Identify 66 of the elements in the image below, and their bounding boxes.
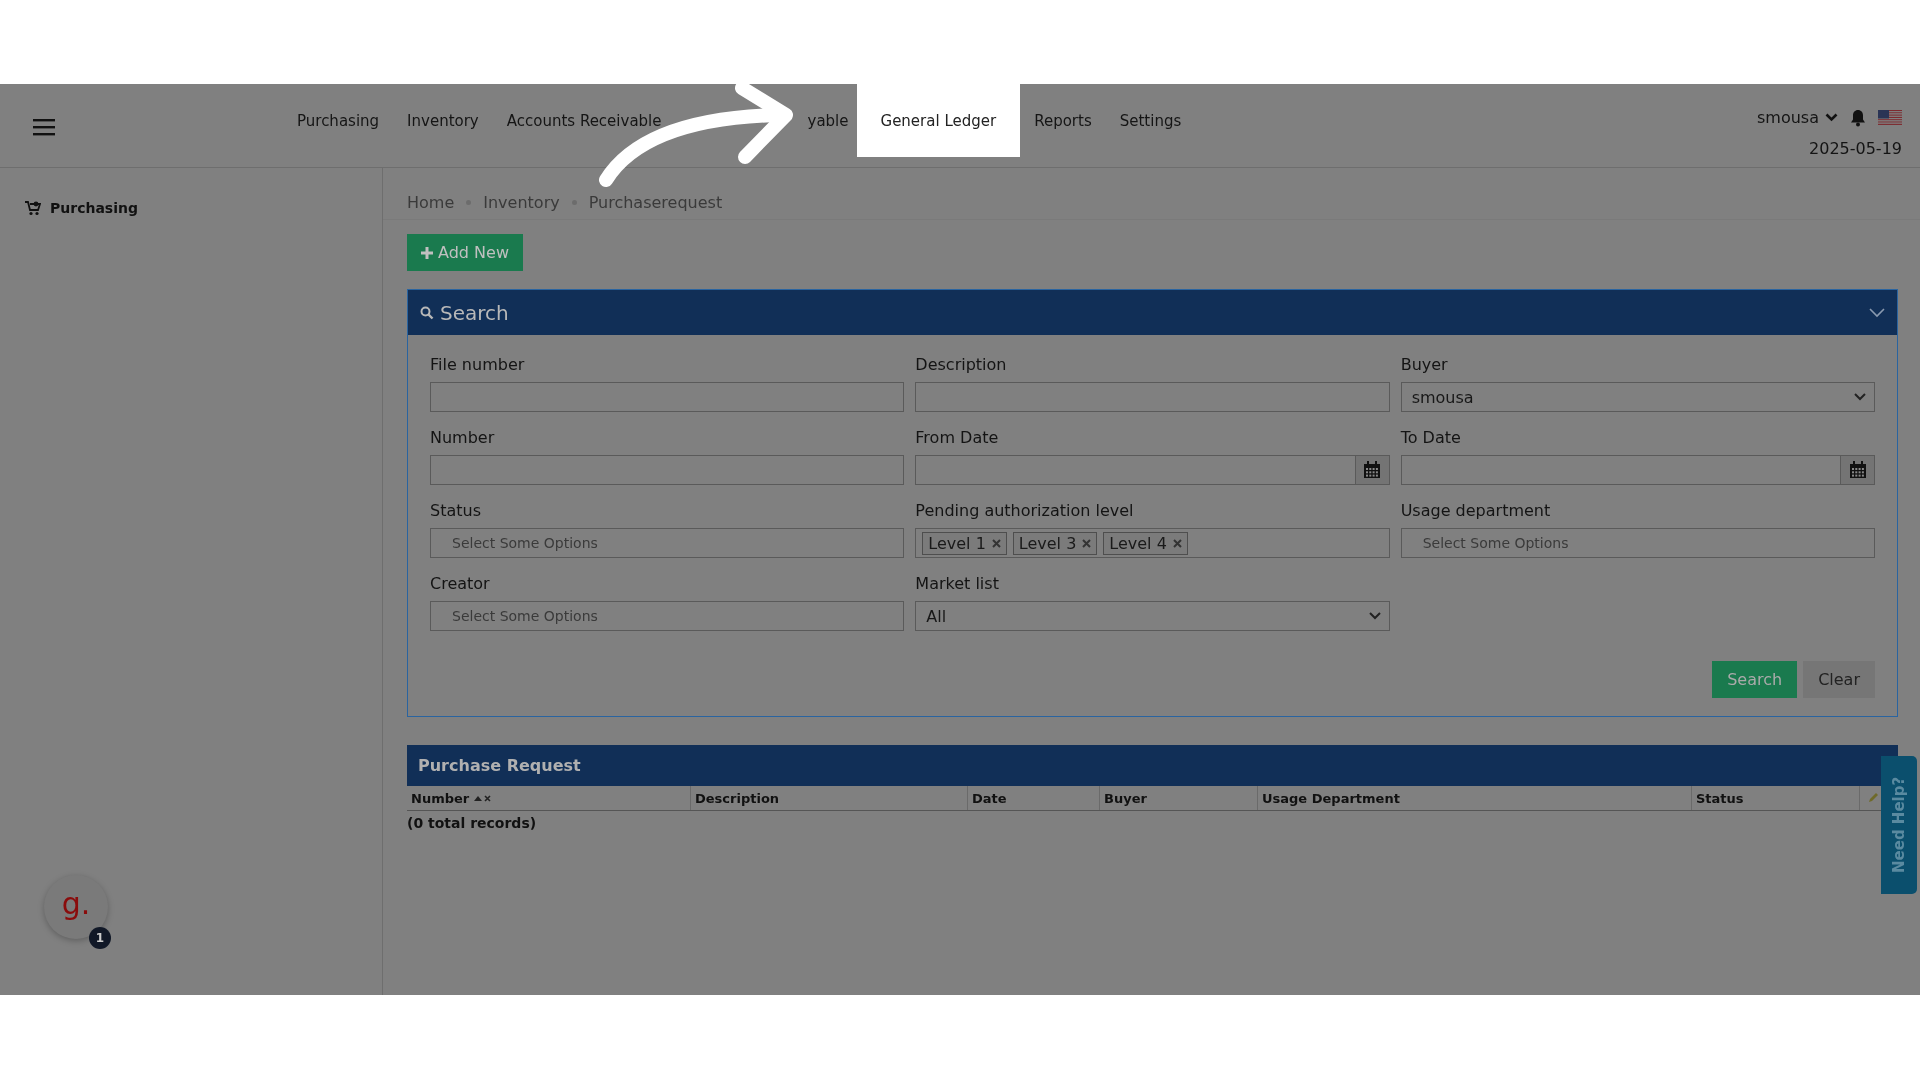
clear-button[interactable]: Clear (1803, 661, 1875, 698)
sort-icon[interactable] (473, 794, 492, 802)
plus-icon (421, 246, 433, 259)
column-header[interactable]: Buyer (1100, 786, 1258, 810)
flag-icon[interactable] (1878, 109, 1902, 126)
date-text: 2025-05-19 (1809, 139, 1902, 158)
breadcrumb-link[interactable]: Purchaserequest (588, 193, 723, 212)
breadcrumb-link[interactable]: Home (407, 193, 455, 212)
breadcrumb-link[interactable]: Inventory (483, 193, 560, 212)
remove-icon[interactable] (1082, 538, 1092, 548)
field-label: Number (430, 428, 496, 447)
field-label: Market list (915, 574, 1000, 593)
select-field[interactable]: All (915, 601, 1390, 631)
chevron-icon[interactable] (1869, 307, 1885, 318)
text-field[interactable] (915, 382, 1390, 412)
caret-icon (1368, 612, 1381, 620)
field-label: To Date (1400, 428, 1462, 447)
text-field[interactable] (430, 382, 905, 412)
remove-icon[interactable] (1172, 538, 1182, 548)
nav-tab[interactable]: Accounts Receivable (492, 84, 676, 157)
column-header[interactable]: Description (691, 786, 968, 810)
cart-icon (24, 200, 41, 216)
field-label: Description (915, 355, 1008, 374)
add-new-button[interactable]: Add New (407, 234, 523, 271)
notification-badge: 1 (89, 927, 111, 949)
nav-tab[interactable]: Inventory (393, 84, 493, 157)
level-tag: Level 4 (1103, 531, 1188, 555)
nav-tab[interactable]: Reports (1020, 84, 1106, 157)
field-label: Buyer (1400, 355, 1449, 374)
multiselect-field[interactable]: Level 1 Level 3 Level 4 (915, 528, 1390, 558)
nav-tab[interactable]: General Ledger (856, 84, 1021, 157)
menu-icon[interactable] (33, 118, 55, 136)
remove-icon[interactable] (991, 538, 1001, 548)
calendar-icon[interactable] (1841, 455, 1875, 485)
nav-tab[interactable]: Purchasing (283, 84, 394, 157)
search-icon (420, 305, 434, 320)
bell-icon[interactable] (1850, 108, 1866, 127)
field-label: Usage department (1400, 501, 1552, 520)
nav-tab[interactable]: Settings (1105, 84, 1196, 157)
select-field[interactable]: smousa (1400, 382, 1875, 412)
caret-icon (1854, 393, 1866, 401)
field-label: From Date (915, 428, 1000, 447)
field-label: Status (430, 501, 482, 520)
column-header[interactable]: Number (407, 786, 691, 810)
calendar-icon[interactable] (1355, 455, 1390, 485)
record-count: (0 total records) (407, 814, 538, 831)
multiselect-field[interactable]: Select Some Options (430, 601, 905, 631)
field-label: Pending authorization level (915, 501, 1135, 520)
multiselect-field[interactable]: Select Some Options (430, 528, 905, 558)
level-tag: Level 3 (1012, 531, 1098, 555)
nav-tab[interactable]: yable (675, 84, 857, 157)
text-field[interactable] (430, 455, 905, 485)
search-button[interactable]: Search (1712, 661, 1798, 698)
caret-icon[interactable] (1825, 113, 1838, 122)
date-field[interactable] (915, 455, 1356, 485)
column-header[interactable]: Status (1692, 786, 1860, 810)
column-header[interactable]: Date (968, 786, 1100, 810)
level-tag: Level 1 (922, 531, 1007, 555)
field-label: File number (430, 355, 526, 374)
user-menu[interactable]: smousa (1757, 108, 1838, 127)
date-field[interactable] (1400, 455, 1841, 485)
sidebar-item[interactable]: Purchasing (24, 200, 382, 216)
multiselect-field[interactable]: Select Some Options (1400, 528, 1875, 558)
field-label: Creator (430, 574, 491, 593)
column-header[interactable]: Usage Department (1258, 786, 1692, 810)
panel-title: Search (440, 300, 509, 325)
